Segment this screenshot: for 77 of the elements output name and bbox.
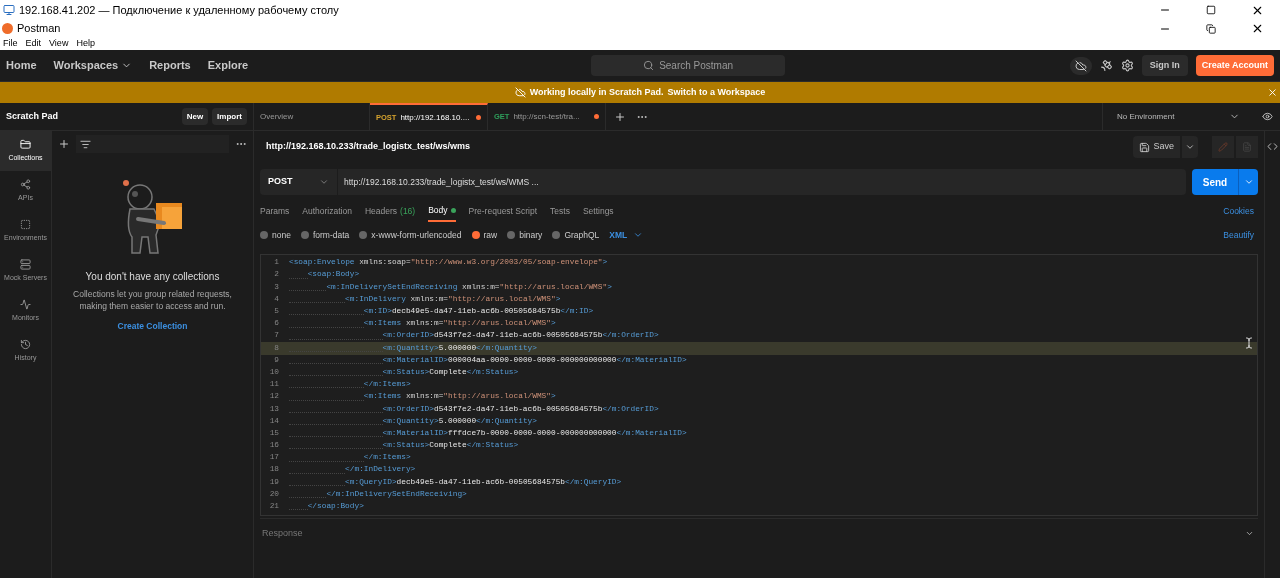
filter-icon: [80, 138, 91, 150]
nav-link[interactable]: Explore: [207, 57, 249, 74]
cloud-off-icon: [514, 87, 526, 98]
request-option-tab[interactable]: Headers (16): [364, 200, 416, 222]
close-icon[interactable]: [1267, 87, 1278, 98]
postman-logo-icon: [2, 23, 13, 34]
body-type-radio[interactable]: none: [260, 228, 291, 242]
eye-icon[interactable]: [1261, 111, 1273, 122]
settings-icon[interactable]: [1120, 59, 1134, 72]
request-title: http://192.168.10.233/trade_logistx_test/ws/wms: [266, 140, 471, 154]
chevron-down-icon: [1185, 142, 1195, 152]
pencil-icon: [1218, 142, 1228, 152]
request-option-tab[interactable]: Pre-request Script: [468, 200, 538, 222]
request-option-tab[interactable]: Settings: [582, 200, 614, 222]
search-field[interactable]: Search Postman: [591, 55, 786, 76]
chevron-down-icon: [1243, 177, 1254, 187]
sidebar-title: Scratch Pad: [6, 109, 59, 123]
create-collection-link[interactable]: Create Collection: [117, 320, 188, 333]
request-option-tab[interactable]: Authorization: [302, 200, 352, 222]
switch-workspace-link[interactable]: Switch to a Workspace: [667, 85, 766, 100]
tab-label: Overview: [260, 110, 294, 123]
body-type-radio[interactable]: GraphQL: [552, 228, 600, 242]
request-option-tab[interactable]: Tests: [550, 200, 570, 222]
restore-icon: [1206, 23, 1216, 34]
banner-text: Working locally in Scratch Pad.: [529, 85, 664, 99]
code-icon[interactable]: [1267, 141, 1278, 152]
sidebar-button[interactable]: New: [181, 108, 209, 125]
menu-item[interactable]: File: [3, 36, 18, 51]
menu-item[interactable]: Edit: [25, 36, 42, 51]
add-icon[interactable]: [58, 138, 70, 150]
menu-item[interactable]: Help: [76, 36, 95, 51]
tab-label: http://scn-test/tra...: [513, 110, 580, 123]
app-title: Postman: [17, 21, 61, 37]
save-button[interactable]: Save: [1133, 136, 1180, 158]
nav-link[interactable]: Home: [6, 57, 37, 74]
environment-select[interactable]: No Environment: [1102, 103, 1254, 130]
empty-title: You don't have any collections: [85, 270, 220, 284]
url-field[interactable]: http://192.168.10.233/trade_logistx_test/ws/WMS ...: [338, 169, 1186, 195]
chevron-down-icon[interactable]: [1245, 529, 1254, 538]
history-icon: [20, 338, 31, 350]
body-type-radio[interactable]: raw: [471, 228, 498, 242]
window-title: 192.168.41.202 — Подключение к удаленному рабочему столу: [19, 2, 339, 18]
nodes-icon: [20, 178, 31, 190]
satellite-icon[interactable]: [1099, 59, 1113, 72]
request-option-tab[interactable]: Params: [260, 200, 290, 222]
language-select[interactable]: XML: [609, 228, 644, 242]
cookies-link[interactable]: Cookies: [1223, 204, 1254, 218]
sidebar-button[interactable]: Import: [212, 108, 247, 125]
pulse-icon: [20, 298, 31, 310]
square-icon: [20, 218, 31, 230]
remote-desktop-icon: [3, 4, 15, 16]
nav-link[interactable]: Workspaces: [53, 57, 133, 74]
beautify-link[interactable]: Beautify: [1223, 228, 1254, 242]
chevron-down-icon: [319, 177, 329, 187]
maximize-icon: [1206, 5, 1216, 15]
new-tab-icon[interactable]: [614, 110, 626, 123]
body-type-radio[interactable]: x-www-form-urlencoded: [359, 228, 462, 242]
nav-link[interactable]: Reports: [149, 57, 191, 74]
search-icon: [643, 60, 655, 71]
document-icon: [1242, 142, 1252, 152]
menu-item[interactable]: View: [49, 36, 69, 51]
method-select[interactable]: POST: [260, 169, 338, 195]
response-title: Response: [262, 526, 303, 540]
text-cursor-icon: [1243, 337, 1255, 349]
save-icon: [1139, 141, 1151, 153]
cloud-off-icon[interactable]: [1069, 56, 1092, 75]
server-icon: [20, 258, 31, 270]
body-type-radio[interactable]: form-data: [300, 228, 350, 242]
tab-label: http://192.168.10....: [400, 111, 470, 124]
request-option-tab[interactable]: Body: [428, 200, 456, 222]
body-type-radio[interactable]: binary: [507, 228, 543, 242]
folder-icon: [20, 138, 31, 150]
chevron-down-icon: [633, 230, 644, 240]
filter-field[interactable]: [76, 135, 229, 153]
empty-description: Collections let you group related requests, making them easier to access and run.: [72, 288, 233, 312]
sign-in-button[interactable]: Sign In: [1141, 55, 1188, 76]
code-editor[interactable]: [260, 254, 1258, 516]
